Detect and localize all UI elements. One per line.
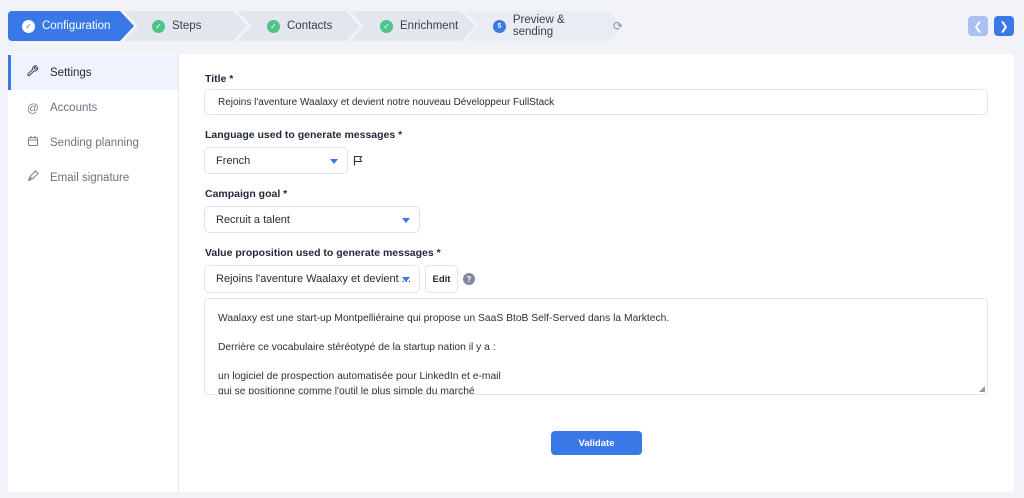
step-enrichment[interactable]: ✓ Enrichment	[350, 11, 475, 41]
settings-sidebar: Settings @ Accounts Sending planning Ema…	[8, 54, 179, 492]
step-label: Enrichment	[400, 20, 459, 32]
step-contacts[interactable]: ✓ Contacts	[237, 11, 360, 41]
chevron-left-icon: ❮	[973, 20, 983, 33]
message-line: un logiciel de prospection automatisée p…	[218, 371, 501, 382]
message-line: qui se positionne comme l'outil le plus …	[218, 386, 475, 395]
previous-step-button[interactable]: ❮	[968, 16, 988, 36]
campaign-goal-value: Recruit a talent	[216, 213, 290, 226]
step-label: Steps	[172, 20, 202, 32]
resize-handle-icon[interactable]: ◢	[979, 384, 985, 393]
check-icon: ✓	[152, 20, 165, 33]
language-select[interactable]: French	[204, 147, 348, 174]
sidebar-item-email-signature[interactable]: Email signature	[8, 160, 178, 195]
check-icon: ✓	[22, 20, 35, 33]
sidebar-item-label: Sending planning	[50, 136, 139, 149]
caret-down-icon	[402, 217, 410, 223]
pen-nib-icon	[26, 170, 40, 185]
language-select-value: French	[216, 154, 251, 167]
settings-form: Title * Rejoins l'aventure Waalaxy et de…	[179, 54, 1014, 492]
title-label: Title *	[205, 73, 234, 85]
sidebar-item-label: Email signature	[50, 171, 130, 184]
check-icon: ✓	[267, 20, 280, 33]
sidebar-item-label: Accounts	[50, 101, 98, 114]
title-input-value: Rejoins l'aventure Waalaxy et devient no…	[218, 96, 555, 108]
language-label: Language used to generate messages *	[205, 129, 403, 141]
chevron-right-icon: ❯	[999, 20, 1009, 33]
next-step-button[interactable]: ❯	[994, 16, 1014, 36]
calendar-icon	[26, 135, 40, 150]
message-line: Waalaxy est une start-up Montpelliéraine…	[218, 313, 670, 324]
value-proposition-select[interactable]: Rejoins l'aventure Waalaxy et devient ..…	[204, 265, 420, 293]
help-icon[interactable]: ?	[463, 273, 475, 285]
step-configuration[interactable]: ✓ Configuration	[8, 11, 134, 41]
message-line: Derrière ce vocabulaire stéréotypé de la…	[218, 342, 496, 353]
flag-icon	[353, 155, 363, 169]
validate-button[interactable]: Validate	[551, 431, 642, 455]
wrench-icon	[26, 65, 40, 80]
value-proposition-label: Value proposition used to generate messa…	[205, 247, 441, 259]
campaign-stepper: ✓ Configuration ✓ Steps ✓ Contacts ✓ Enr…	[8, 11, 623, 41]
campaign-goal-label: Campaign goal *	[205, 188, 288, 200]
caret-down-icon	[402, 277, 410, 282]
step-preview-sending[interactable]: 5 Preview & sending ⟳	[465, 11, 623, 41]
step-label: Preview & sending	[512, 14, 565, 38]
sidebar-item-accounts[interactable]: @ Accounts	[8, 90, 178, 125]
check-icon: ✓	[380, 20, 393, 33]
at-icon: @	[26, 100, 40, 115]
title-input[interactable]: Rejoins l'aventure Waalaxy et devient no…	[204, 89, 988, 115]
value-proposition-value: Rejoins l'aventure Waalaxy et devient ..…	[216, 273, 411, 285]
sidebar-item-settings[interactable]: Settings	[8, 55, 178, 90]
edit-value-proposition-button[interactable]: Edit	[425, 265, 458, 293]
step-number: 5	[493, 20, 506, 33]
step-label: Contacts	[287, 20, 333, 32]
caret-down-icon	[330, 158, 338, 164]
campaign-goal-select[interactable]: Recruit a talent	[204, 206, 420, 233]
sidebar-item-sending-planning[interactable]: Sending planning	[8, 125, 178, 160]
value-proposition-textarea[interactable]: Waalaxy est une start-up Montpelliéraine…	[204, 298, 988, 395]
step-label: Configuration	[42, 20, 111, 32]
sync-icon: ⟳	[612, 19, 623, 33]
step-steps[interactable]: ✓ Steps	[124, 11, 247, 41]
sidebar-item-label: Settings	[50, 66, 92, 79]
